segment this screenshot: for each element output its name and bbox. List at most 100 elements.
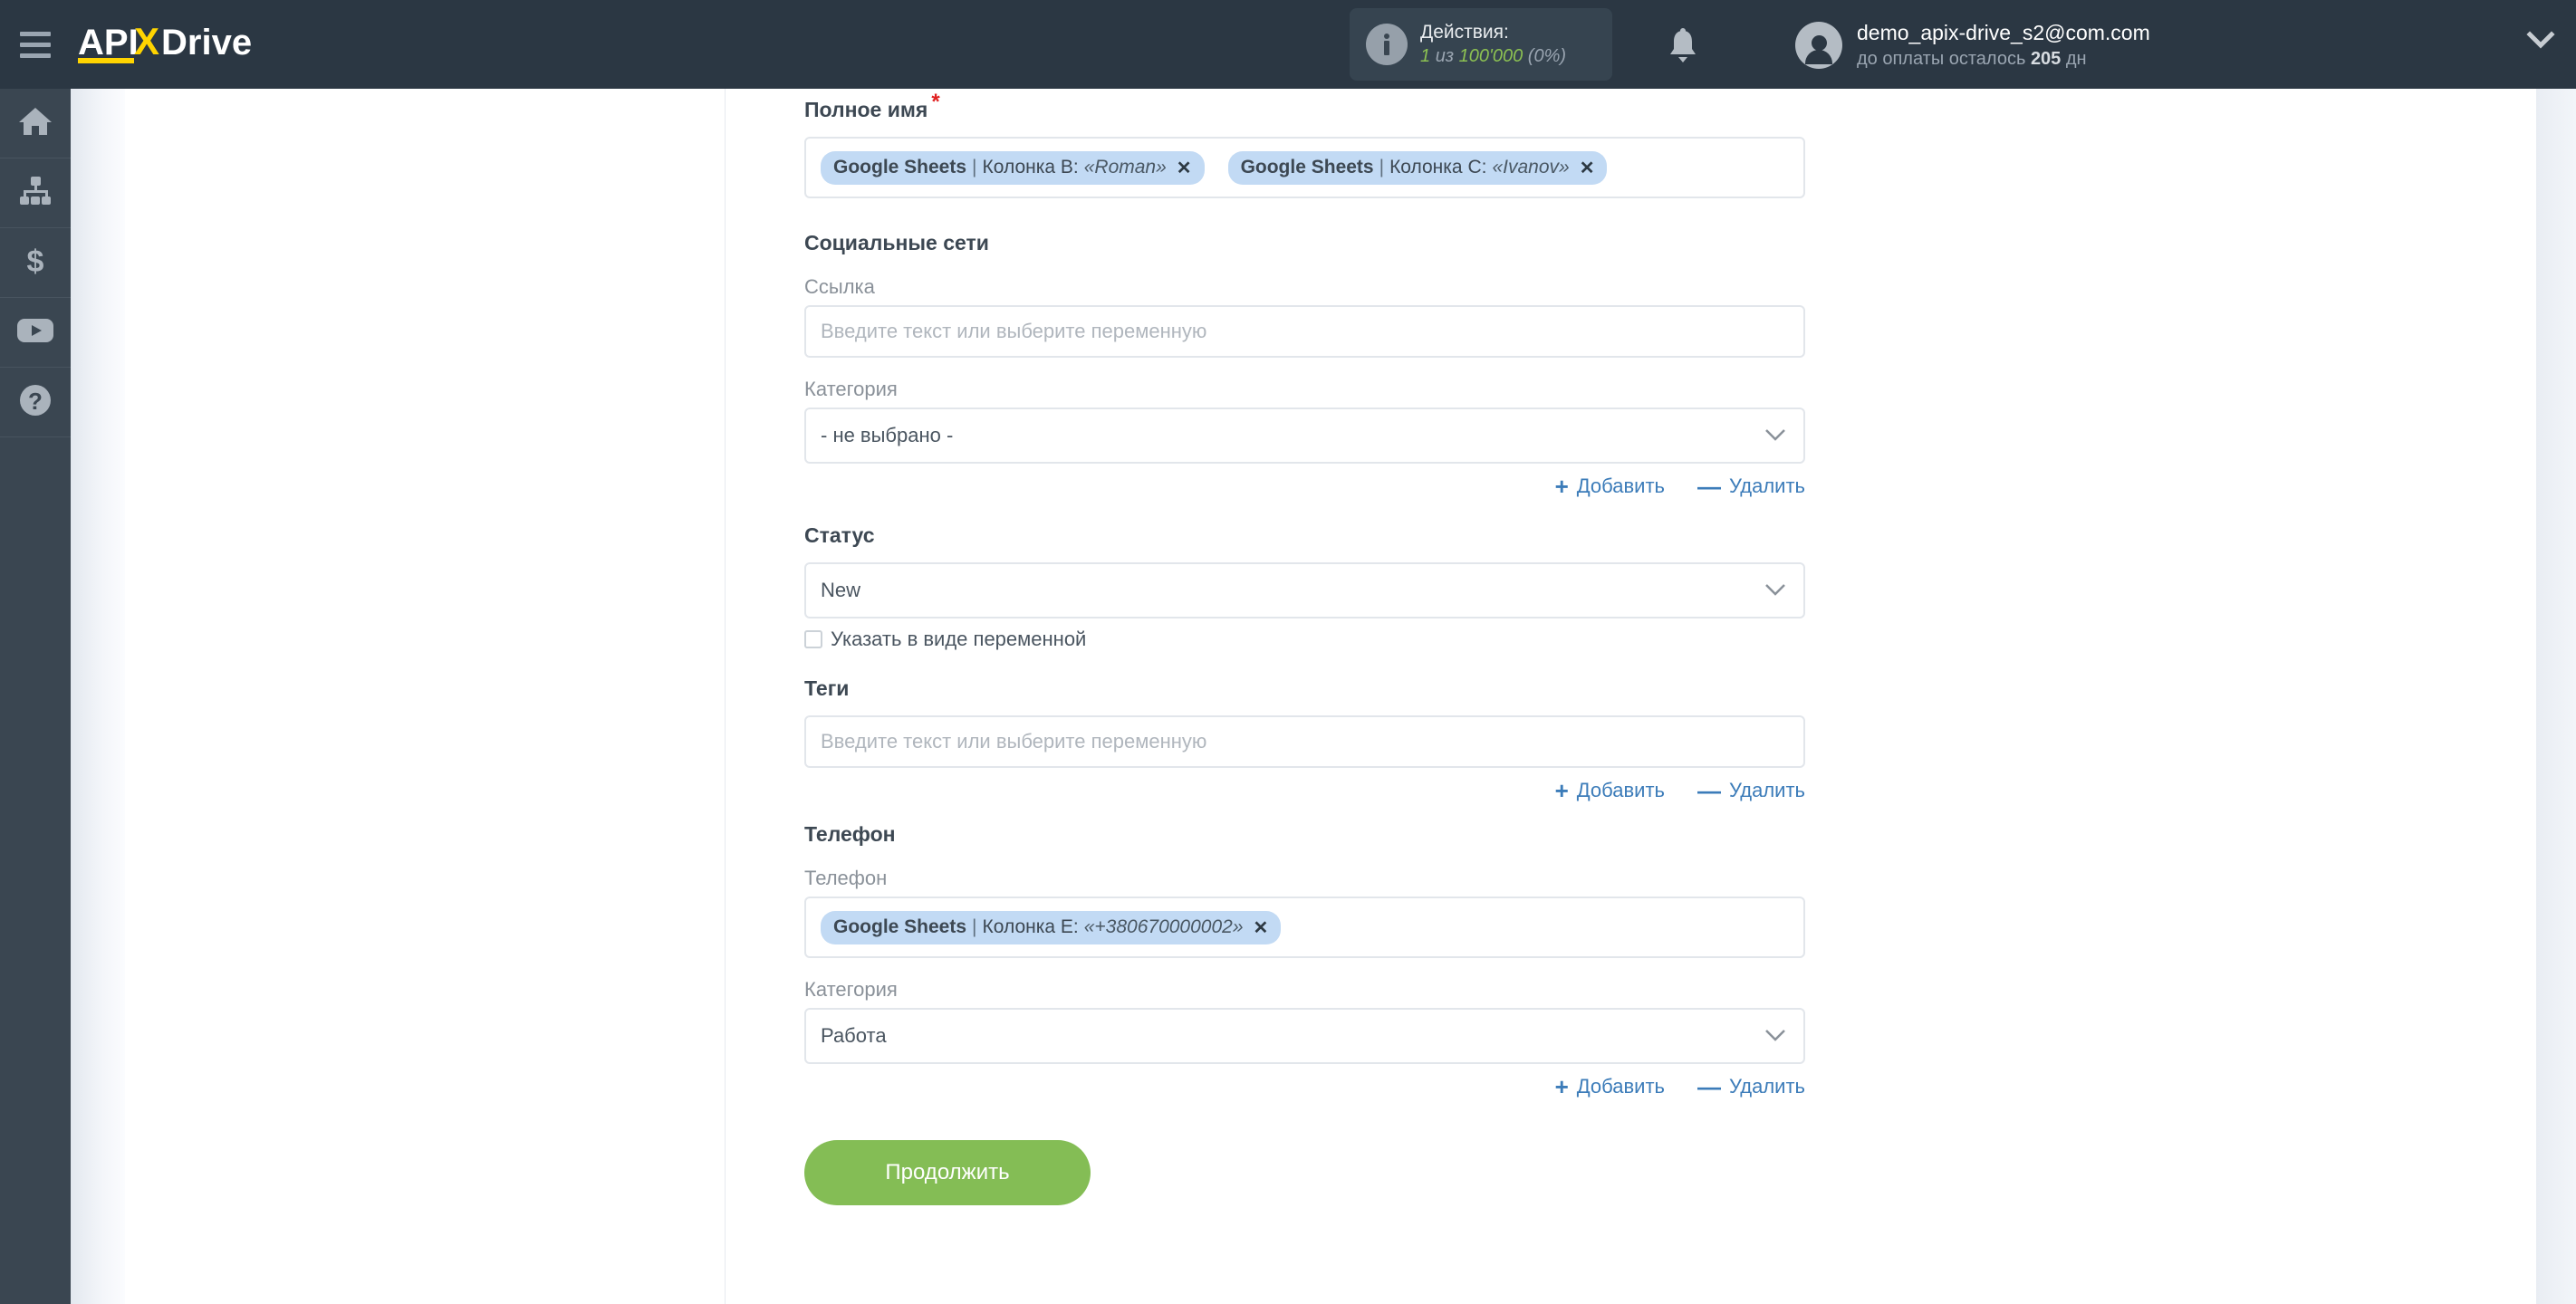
actions-quota-badge[interactable]: Действия: 1 из 100'000 (0%)	[1350, 8, 1612, 81]
bell-icon[interactable]	[1665, 27, 1701, 65]
social-remove-label: Удалить	[1729, 475, 1805, 497]
sidebar-item-help[interactable]: ?	[0, 368, 71, 437]
social-add-label: Добавить	[1576, 475, 1665, 497]
chevron-down-icon	[1764, 579, 1787, 602]
variable-chip[interactable]: Google Sheets | Колонка E: «+38067000000…	[821, 910, 1282, 944]
phone-section-title: Телефон	[804, 822, 896, 846]
left-gutter	[71, 89, 125, 1304]
full-name-label-text: Полное имя	[804, 98, 928, 121]
hamburger-menu-icon[interactable]	[0, 0, 71, 89]
actions-limit: 100'000	[1458, 45, 1523, 66]
card-vertical-divider	[725, 89, 726, 1304]
user-email: demo_apix-drive_s2@com.com	[1857, 21, 2150, 44]
question-circle-icon: ?	[18, 383, 53, 422]
tags-add-button[interactable]: + Добавить	[1555, 779, 1665, 802]
social-remove-button[interactable]: — Удалить	[1697, 475, 1805, 498]
info-icon	[1366, 24, 1408, 65]
tags-remove-button[interactable]: — Удалить	[1697, 779, 1805, 802]
chip-remove-icon[interactable]: ✕	[1254, 916, 1269, 939]
right-gutter-scrollbar-track[interactable]	[2536, 89, 2576, 1304]
chip-remove-icon[interactable]: ✕	[1177, 157, 1192, 179]
variable-chip[interactable]: Google Sheets | Колонка C: «Ivanov» ✕	[1227, 150, 1608, 185]
chevron-down-icon[interactable]	[2525, 29, 2556, 55]
youtube-play-icon	[16, 317, 54, 349]
status-section-title: Статус	[804, 523, 875, 547]
phone-add-button[interactable]: + Добавить	[1555, 1075, 1665, 1098]
svg-text:API: API	[78, 23, 139, 62]
actions-of: из	[1435, 45, 1455, 66]
tags-add-remove-row: + Добавить — Удалить	[804, 779, 1805, 802]
social-category-select[interactable]: - не выбрано -	[804, 408, 1805, 464]
app-header: API X Drive Действия: 1 из 100'000 (0%)	[0, 0, 2576, 89]
continue-button[interactable]: Продолжить	[804, 1140, 1091, 1205]
apix-drive-logo[interactable]: API X Drive	[78, 0, 304, 89]
plus-icon: +	[1554, 473, 1569, 500]
tags-input[interactable]: Введите текст или выберите переменную	[804, 715, 1805, 768]
status-as-variable-checkbox[interactable]: Указать в виде переменной	[804, 628, 1805, 651]
svg-text:X: X	[134, 22, 159, 62]
chip-field: Колонка E:	[982, 916, 1079, 937]
social-add-button[interactable]: + Добавить	[1555, 475, 1665, 498]
chip-field: Колонка C:	[1389, 157, 1487, 177]
sitemap-icon	[17, 175, 53, 212]
minus-icon: —	[1697, 1073, 1721, 1100]
social-add-remove-row: + Добавить — Удалить	[804, 475, 1805, 498]
phone-remove-label: Удалить	[1729, 1075, 1805, 1098]
sidebar-item-billing[interactable]: $	[0, 228, 71, 298]
phone-category-value: Работа	[821, 1024, 887, 1047]
required-marker: *	[931, 90, 940, 115]
full-name-label: Полное имя *	[804, 91, 1805, 122]
chip-value: «Roman»	[1083, 157, 1167, 177]
social-section-title: Социальные сети	[804, 231, 989, 254]
social-category-value: - не выбрано -	[821, 424, 954, 446]
integration-field-mapping-form: Полное имя * Google Sheets | Колонка B: «…	[804, 89, 1805, 1205]
tags-remove-label: Удалить	[1729, 779, 1805, 801]
actions-percent: (0%)	[1527, 45, 1567, 66]
billing-prefix: до оплаты осталось	[1857, 48, 2026, 69]
tags-section-title: Теги	[804, 676, 850, 700]
chip-remove-icon[interactable]: ✕	[1580, 157, 1595, 179]
phone-category-label: Категория	[804, 978, 898, 1001]
plus-icon: +	[1554, 777, 1569, 804]
chip-separator: |	[972, 157, 977, 177]
variable-chip[interactable]: Google Sheets | Колонка B: «Roman» ✕	[821, 150, 1205, 185]
checkbox-box[interactable]	[804, 630, 822, 648]
phone-field-label: Телефон	[804, 867, 888, 889]
full-name-input[interactable]: Google Sheets | Колонка B: «Roman» ✕ Goo…	[804, 137, 1805, 198]
phone-remove-button[interactable]: — Удалить	[1697, 1075, 1805, 1098]
social-link-input[interactable]: Введите текст или выберите переменную	[804, 305, 1805, 358]
chip-value: «Ivanov»	[1492, 157, 1570, 177]
chip-value: «+380670000002»	[1083, 916, 1244, 937]
chevron-down-icon	[1764, 424, 1787, 447]
sidebar-item-home[interactable]	[0, 89, 71, 158]
svg-text:Drive: Drive	[161, 23, 252, 62]
phone-category-select[interactable]: Работа	[804, 1008, 1805, 1064]
svg-text:?: ?	[28, 388, 43, 415]
billing-suffix: дн	[2065, 48, 2087, 69]
home-icon	[17, 105, 53, 142]
phone-input[interactable]: Google Sheets | Колонка E: «+38067000000…	[804, 896, 1805, 958]
chip-source: Google Sheets	[833, 157, 967, 177]
chip-separator: |	[1379, 157, 1385, 177]
left-sidebar: $ ?	[0, 89, 71, 1304]
tags-add-label: Добавить	[1576, 779, 1665, 801]
chip-source: Google Sheets	[1240, 157, 1374, 177]
billing-status: до оплаты осталось 205 дн	[1857, 47, 2150, 71]
avatar	[1795, 21, 1842, 69]
sidebar-item-connections[interactable]	[0, 158, 71, 228]
svg-text:$: $	[27, 244, 44, 278]
billing-days: 205	[2030, 48, 2062, 69]
chip-field: Колонка B:	[982, 157, 1079, 177]
status-as-variable-label: Указать в виде переменной	[831, 628, 1087, 650]
sidebar-item-video[interactable]	[0, 298, 71, 368]
chip-source: Google Sheets	[833, 916, 967, 937]
chip-separator: |	[972, 916, 977, 937]
user-menu[interactable]: demo_apix-drive_s2@com.com до оплаты ост…	[1795, 20, 2150, 71]
status-value: New	[821, 579, 861, 601]
actions-title: Действия:	[1420, 22, 1509, 43]
phone-add-remove-row: + Добавить — Удалить	[804, 1075, 1805, 1098]
chevron-down-icon	[1764, 1024, 1787, 1048]
social-category-label: Категория	[804, 378, 898, 400]
plus-icon: +	[1554, 1073, 1569, 1100]
status-select[interactable]: New	[804, 562, 1805, 618]
